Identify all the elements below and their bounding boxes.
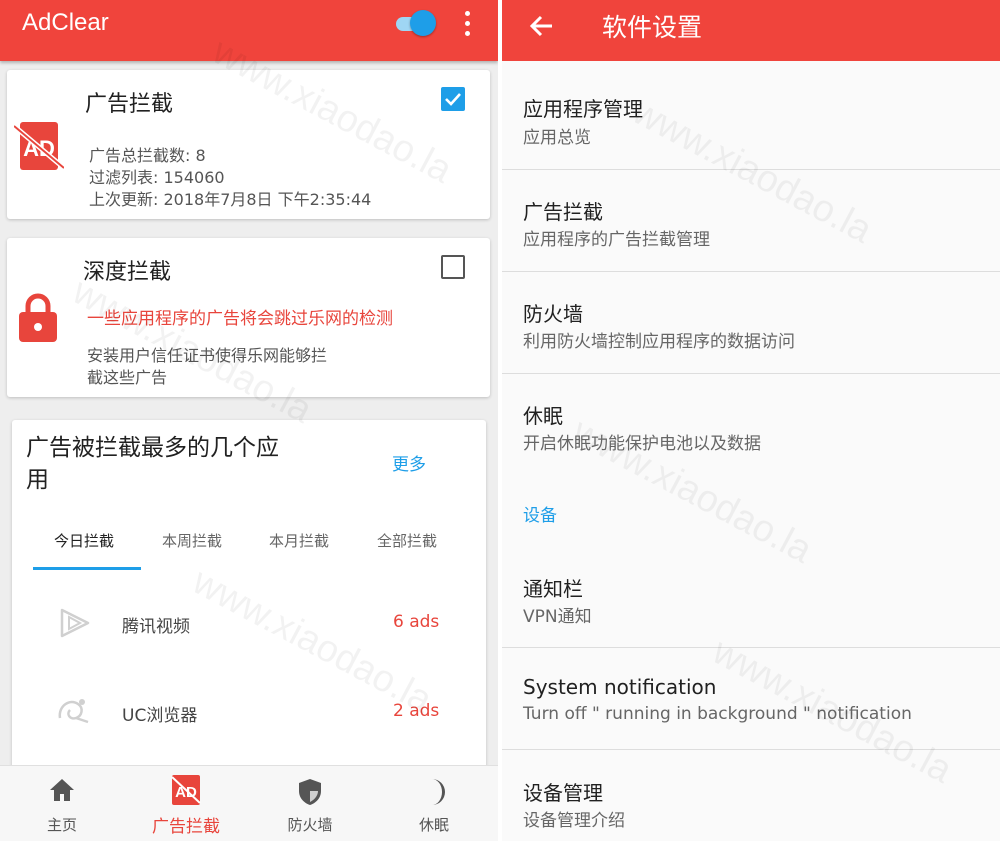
ad-block-icon: AD	[171, 775, 201, 805]
more-link[interactable]: 更多	[392, 450, 426, 475]
settings-item-title: 应用程序管理	[523, 97, 643, 121]
app-title: AdClear	[22, 9, 109, 36]
settings-item-app-management[interactable]: 应用程序管理 应用总览	[502, 61, 1000, 170]
nav-home[interactable]: 主页	[0, 766, 124, 841]
ad-block-title: 广告拦截	[85, 92, 174, 117]
settings-item-system-notification[interactable]: System notification Turn off " running i…	[502, 648, 1000, 750]
nav-sleep[interactable]: 休眠	[372, 766, 496, 841]
app-name-uc-browser: UC浏览器	[122, 706, 198, 726]
nav-firewall-label: 防火墙	[287, 816, 333, 834]
settings-item-sleep[interactable]: 休眠 开启休眠功能保护电池以及数据	[502, 374, 1000, 474]
deep-block-desc-line1: 安装用户信任证书使得乐网能够拦	[87, 346, 328, 365]
settings-screen: 软件设置 应用程序管理 应用总览 广告拦截 应用程序的广告拦截管理 防火墙 利用…	[502, 0, 1000, 841]
settings-item-title: 通知栏	[523, 577, 583, 601]
arrow-back-icon[interactable]	[528, 12, 556, 40]
settings-item-title: 休眠	[523, 404, 563, 428]
app-bar: AdClear	[0, 0, 498, 61]
master-toggle[interactable]	[396, 10, 440, 38]
top-blocked-apps-card: 广告被拦截最多的几个应用 更多 今日拦截 本周拦截 本月拦截 全部拦截 腾讯视频…	[12, 420, 486, 780]
moon-icon	[432, 779, 445, 805]
nav-firewall[interactable]: 防火墙	[248, 766, 372, 841]
settings-item-subtitle: Turn off " running in background " notif…	[523, 704, 912, 724]
last-updated-stat: 上次更新: 2018年7月8日 下午2:35:44	[89, 190, 372, 209]
settings-item-notification-bar[interactable]: 通知栏 VPN通知	[502, 545, 1000, 648]
ads-count-uc-browser: 2 ads	[393, 701, 440, 721]
lock-icon	[19, 293, 57, 342]
filter-list-stat: 过滤列表: 154060	[89, 168, 225, 187]
toggle-thumb	[410, 10, 436, 36]
settings-item-ad-block[interactable]: 广告拦截 应用程序的广告拦截管理	[502, 170, 1000, 272]
settings-item-title: 防火墙	[523, 302, 583, 326]
settings-item-subtitle: 应用总览	[523, 128, 591, 148]
settings-item-subtitle: 应用程序的广告拦截管理	[523, 230, 710, 250]
settings-item-subtitle: VPN通知	[523, 607, 592, 627]
deep-block-title: 深度拦截	[83, 260, 172, 285]
deep-block-checkbox[interactable]	[441, 255, 465, 279]
top-apps-title: 广告被拦截最多的几个应用	[26, 435, 279, 493]
tab-month[interactable]: 本月拦截	[269, 530, 329, 551]
settings-item-subtitle: 利用防火墙控制应用程序的数据访问	[523, 332, 795, 352]
nav-home-label: 主页	[46, 816, 77, 834]
app-name-tencent-video: 腾讯视频	[122, 617, 190, 637]
ad-block-checkbox[interactable]	[441, 87, 465, 111]
settings-item-device-admin[interactable]: 设备管理 设备管理介绍	[502, 750, 1000, 841]
adclear-home-screen: AdClear AD 广告拦截 广告总拦截数: 8 过滤列表: 154060 上…	[0, 0, 498, 841]
settings-item-subtitle: 设备管理介绍	[523, 811, 625, 831]
nav-ad-block[interactable]: AD 广告拦截	[124, 766, 248, 841]
ad-block-card: AD 广告拦截 广告总拦截数: 8 过滤列表: 154060 上次更新: 201…	[7, 70, 490, 219]
check-icon	[445, 93, 461, 106]
home-icon	[50, 779, 74, 801]
tab-indicator	[33, 567, 141, 570]
nav-ad-block-label: 广告拦截	[152, 817, 220, 837]
bottom-navigation: 主页 AD 广告拦截 防火墙 休眠	[0, 765, 498, 841]
settings-item-title: System notification	[523, 675, 717, 699]
total-blocked-stat: 广告总拦截数: 8	[89, 146, 206, 165]
uc-browser-icon	[58, 699, 89, 724]
ads-count-tencent-video: 6 ads	[393, 612, 440, 632]
tab-week[interactable]: 本周拦截	[162, 530, 222, 551]
deep-block-card: 深度拦截 一些应用程序的广告将会跳过乐网的检测 安装用户信任证书使得乐网能够拦 …	[7, 238, 490, 397]
settings-item-firewall[interactable]: 防火墙 利用防火墙控制应用程序的数据访问	[502, 272, 1000, 374]
settings-app-bar: 软件设置	[502, 0, 1000, 61]
more-vert-icon[interactable]	[460, 10, 474, 38]
nav-sleep-label: 休眠	[418, 816, 449, 834]
settings-item-title: 设备管理	[523, 781, 603, 805]
section-header-device: 设备	[523, 506, 557, 526]
settings-title: 软件设置	[602, 13, 703, 42]
tencent-video-icon	[60, 608, 90, 638]
tab-today[interactable]: 今日拦截	[54, 530, 114, 551]
ad-block-icon: AD	[14, 122, 64, 170]
deep-block-desc-line2: 截这些广告	[87, 368, 168, 387]
deep-block-warning: 一些应用程序的广告将会跳过乐网的检测	[87, 309, 393, 329]
settings-item-subtitle: 开启休眠功能保护电池以及数据	[523, 434, 761, 454]
tab-all[interactable]: 全部拦截	[377, 530, 437, 551]
settings-item-title: 广告拦截	[523, 200, 603, 224]
shield-icon	[299, 779, 321, 805]
